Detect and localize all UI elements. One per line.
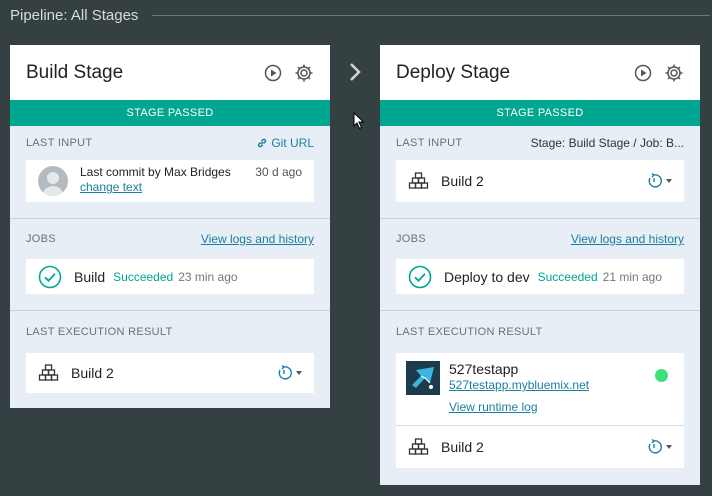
section-label: LAST INPUT [26, 137, 93, 149]
gear-icon[interactable] [294, 63, 314, 83]
section-label: LAST EXECUTION RESULT [396, 326, 543, 338]
build-stage-card: Build Stage STAGE PASSED LAST INPUT Git … [10, 45, 330, 408]
last-execution-section: LAST EXECUTION RESULT Build 2 [10, 310, 330, 393]
build-name: Build 2 [441, 173, 484, 189]
header-divider [152, 14, 710, 16]
commit-card: Last commit by Max Bridges change text 3… [26, 160, 314, 202]
redeploy-dropdown[interactable] [646, 173, 672, 189]
jobs-section: JOBS View logs and history Deploy to dev… [380, 218, 700, 310]
redeploy-icon [648, 173, 662, 188]
redeploy-dropdown[interactable] [646, 439, 672, 455]
job-row[interactable]: Deploy to dev Succeeded 21 min ago [396, 259, 684, 294]
section-label: LAST INPUT [396, 137, 463, 149]
job-status: Succeeded [537, 269, 598, 284]
input-build-card: Build 2 [396, 160, 684, 202]
mouse-cursor-icon [353, 112, 365, 130]
job-name: Build [74, 268, 106, 285]
app-running-indicator [655, 369, 668, 382]
avatar [38, 166, 68, 196]
stage-header: Deploy Stage [380, 45, 700, 100]
play-icon[interactable] [263, 63, 283, 83]
build-blocks-icon [408, 172, 429, 189]
job-name: Deploy to dev [444, 268, 530, 285]
chevron-right-icon [350, 63, 361, 81]
stage-title: Build Stage [26, 61, 124, 83]
change-text-link[interactable]: change text [80, 180, 142, 194]
build-result-card: Build 2 [26, 353, 314, 393]
last-input-section: LAST INPUT Git URL Last commit by Max Br… [10, 126, 330, 218]
stage-header: Build Stage [10, 45, 330, 100]
job-status: Succeeded [113, 269, 174, 284]
view-runtime-log-link[interactable]: View runtime log [449, 399, 589, 415]
redeploy-icon [278, 365, 292, 380]
commit-age: 30 d ago [255, 165, 302, 179]
last-input-section: LAST INPUT Stage: Build Stage / Job: B..… [380, 126, 700, 218]
pipeline-title: Pipeline: All Stages [10, 6, 139, 24]
gear-icon[interactable] [664, 63, 684, 83]
check-circle-icon [38, 265, 62, 288]
section-label: JOBS [396, 233, 426, 245]
stage-title: Deploy Stage [396, 61, 511, 83]
app-result-card: 527testapp 527testapp.mybluemix.net View… [396, 353, 684, 425]
input-source: Stage: Build Stage / Job: B... [530, 136, 684, 150]
commit-message: Last commit by Max Bridges [80, 165, 231, 179]
app-url-link[interactable]: 527testapp.mybluemix.net [449, 377, 589, 393]
section-label: JOBS [26, 233, 56, 245]
app-name: 527testapp [449, 361, 519, 377]
last-execution-section: LAST EXECUTION RESULT 527testapp 527test… [380, 310, 700, 468]
jobs-section: JOBS View logs and history Build Succeed… [10, 218, 330, 310]
check-circle-icon [408, 265, 432, 288]
build-blocks-icon [408, 438, 429, 455]
stage-status-banner: STAGE PASSED [380, 100, 700, 126]
view-logs-link[interactable]: View logs and history [201, 232, 314, 246]
build-name: Build 2 [71, 365, 114, 381]
job-row[interactable]: Build Succeeded 23 min ago [26, 259, 314, 294]
redeploy-icon [648, 439, 662, 454]
section-label: LAST EXECUTION RESULT [26, 326, 173, 338]
redeploy-dropdown[interactable] [276, 365, 302, 381]
build-blocks-icon [38, 364, 59, 381]
git-url-link[interactable]: Git URL [256, 136, 314, 150]
stage-status-banner: STAGE PASSED [10, 100, 330, 126]
pipeline-header: Pipeline: All Stages [10, 5, 710, 25]
build-name: Build 2 [441, 439, 484, 455]
deploy-stage-card: Deploy Stage STAGE PASSED LAST INPUT Sta… [380, 45, 700, 485]
build-result-card: Build 2 [396, 426, 684, 468]
app-icon [406, 361, 440, 395]
job-time: 21 min ago [602, 269, 663, 284]
view-logs-link[interactable]: View logs and history [571, 232, 684, 246]
play-icon[interactable] [633, 63, 653, 83]
link-icon [258, 138, 267, 148]
job-time: 23 min ago [178, 269, 238, 284]
